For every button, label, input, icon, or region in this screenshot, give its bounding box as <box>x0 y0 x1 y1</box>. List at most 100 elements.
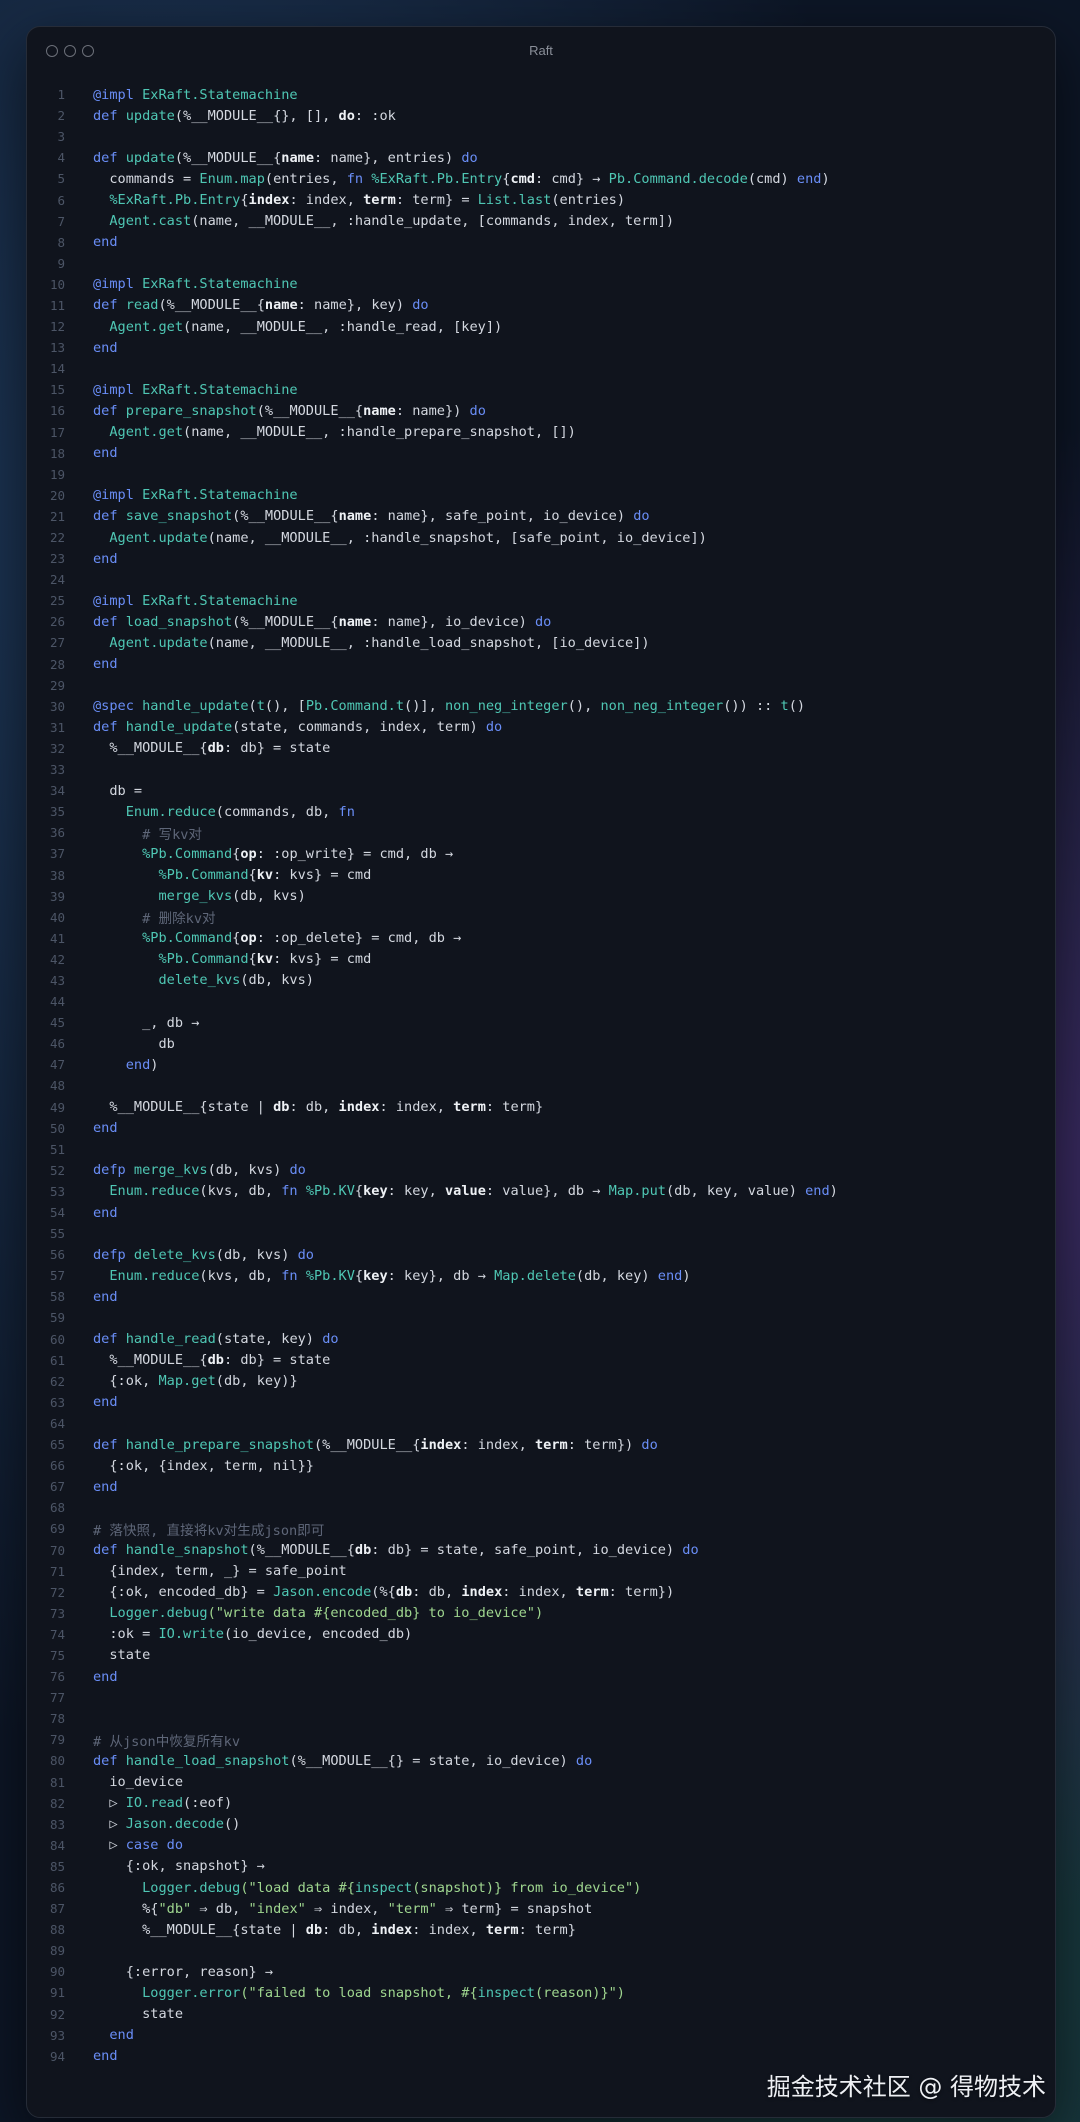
code-token: (kvs, db, <box>199 1267 282 1284</box>
code-token: ) <box>821 170 830 187</box>
code-token: ("write data #{encoded_db} to io_device"… <box>207 1605 544 1622</box>
code-token: inspect <box>477 1984 535 2001</box>
code-line: 43 delete_kvs(db, kvs) <box>27 970 1055 991</box>
code-line: 88 %__MODULE__{state | db: db, index: in… <box>27 1919 1055 1940</box>
code-token: delete_kvs <box>133 1246 216 1263</box>
line-content: end <box>93 1289 118 1305</box>
line-content: {:ok, snapshot} → <box>93 1858 265 1874</box>
code-token: db <box>305 1921 323 1938</box>
line-number: 94 <box>49 2048 65 2064</box>
line-content: state <box>93 2006 183 2022</box>
code-token: ⇒ db, <box>191 1900 249 1917</box>
code-token: end <box>93 1204 118 1221</box>
code-token: prepare_snapshot <box>125 402 257 419</box>
code-token: db <box>354 1542 372 1559</box>
code-token: Enum.map <box>199 170 265 187</box>
line-number: 41 <box>49 930 65 946</box>
line-content: db <box>93 1036 174 1052</box>
code-token: ExRaft.Statemachine <box>142 381 298 398</box>
code-area[interactable]: 1 @impl ExRaft.Statemachine 2 def update(%_… <box>27 84 1055 2067</box>
code-token: %ExRaft.Pb.Entry <box>93 192 241 209</box>
code-token: state <box>93 1647 151 1664</box>
line-content: @impl ExRaft.Statemachine <box>93 487 298 503</box>
window-title: Raft <box>529 43 553 58</box>
line-number: 30 <box>49 698 65 714</box>
code-token: Pb.Command.t <box>305 698 405 715</box>
code-token: : index, <box>461 1436 535 1453</box>
code-token: (cmd) <box>747 170 797 187</box>
code-token: ⇒ index, <box>305 1900 388 1917</box>
line-number: 86 <box>49 1880 65 1896</box>
line-content: @impl ExRaft.Statemachine <box>93 382 298 398</box>
line-number: 83 <box>49 1816 65 1832</box>
code-token: (%__MODULE__{ <box>314 1436 421 1453</box>
line-number: 9 <box>57 255 65 271</box>
code-token: (state, key) <box>215 1331 323 1348</box>
code-token: () <box>788 698 806 715</box>
line-content: defp delete_kvs(db, kvs) do <box>93 1247 314 1263</box>
code-token: @impl <box>93 487 143 504</box>
line-number: 93 <box>49 2027 65 2043</box>
code-line: 32 %__MODULE__{db: db} = state <box>27 738 1055 759</box>
line-content: Agent.get(name, __MODULE__, :handle_prep… <box>93 424 576 440</box>
code-token: ▷ <box>93 1795 126 1812</box>
line-number: 54 <box>49 1205 65 1221</box>
code-token: (:eof) <box>183 1795 233 1812</box>
code-token: : :ok <box>354 107 396 124</box>
line-content: defp merge_kvs(db, kvs) do <box>93 1162 306 1178</box>
code-line: 67 end <box>27 1476 1055 1497</box>
line-number: 87 <box>49 1901 65 1917</box>
line-content: Logger.debug("write data #{encoded_db} t… <box>93 1605 543 1621</box>
code-token: load_snapshot <box>125 613 233 630</box>
code-token: { <box>248 951 257 968</box>
code-token: key <box>363 1267 388 1284</box>
code-line: 26 def load_snapshot(%__MODULE__{name: na… <box>27 611 1055 632</box>
line-number: 18 <box>49 445 65 461</box>
line-number: 14 <box>49 361 65 377</box>
code-line: 56 defp delete_kvs(db, kvs) do <box>27 1244 1055 1265</box>
code-token: end <box>93 1056 151 1073</box>
code-token: db <box>207 1352 224 1369</box>
code-token: %Pb.Command <box>93 930 233 947</box>
line-number: 92 <box>49 2006 65 2022</box>
code-line: 94 end <box>27 2046 1055 2067</box>
code-token: name <box>264 297 298 314</box>
line-content: {:error, reason} → <box>93 1964 273 1980</box>
code-token: end <box>93 656 118 673</box>
code-line: 30 @spec handle_update(t(), [Pb.Command.t… <box>27 696 1055 717</box>
code-line: 76 end <box>27 1666 1055 1687</box>
line-number: 26 <box>49 614 65 630</box>
line-content: def prepare_snapshot(%__MODULE__{name: n… <box>93 403 486 419</box>
code-token: def <box>93 1331 126 1348</box>
line-number: 43 <box>49 972 65 988</box>
code-line: 41 %Pb.Command{op: :op_delete} = cmd, db… <box>27 928 1055 949</box>
line-number: 89 <box>49 1943 65 1959</box>
code-token: def <box>93 1752 126 1769</box>
line-content: end <box>93 2048 118 2064</box>
code-line: 7 Agent.cast(name, __MODULE__, :handle_u… <box>27 211 1055 232</box>
code-line: 70 def handle_snapshot(%__MODULE__{db: db… <box>27 1539 1055 1560</box>
code-line: 5 commands = Enum.map(entries, fn %ExRaf… <box>27 168 1055 189</box>
code-token: Agent.update <box>93 529 208 546</box>
line-number: 47 <box>49 1057 65 1073</box>
line-number: 72 <box>49 1584 65 1600</box>
line-number: 22 <box>49 530 65 546</box>
code-token: (%__MODULE__{ <box>256 402 364 419</box>
code-token: (entries) <box>551 192 626 209</box>
line-number: 20 <box>49 487 65 503</box>
code-token: ) <box>829 1183 838 1200</box>
code-token: ⇒ term} = snapshot <box>436 1900 593 1917</box>
code-token: ("failed to load snapshot, #{ <box>240 1984 478 2001</box>
code-token: name <box>281 149 315 166</box>
code-line: 40 # 删除kv对 <box>27 907 1055 928</box>
line-content: end) <box>93 1056 159 1073</box>
line-number: 33 <box>49 762 65 778</box>
code-token: def <box>93 508 126 525</box>
code-line: 79 # 从json中恢复所有kv <box>27 1729 1055 1750</box>
code-line: 2 def update(%__MODULE__{}, [], do: :ok <box>27 105 1055 126</box>
code-token: : :op_delete} = cmd, db → <box>256 930 462 947</box>
line-content: %__MODULE__{state | db: db, index: index… <box>93 1099 543 1115</box>
code-token: () <box>223 1816 241 1833</box>
code-token: : db} = state <box>223 1352 331 1369</box>
line-number: 3 <box>57 129 65 145</box>
